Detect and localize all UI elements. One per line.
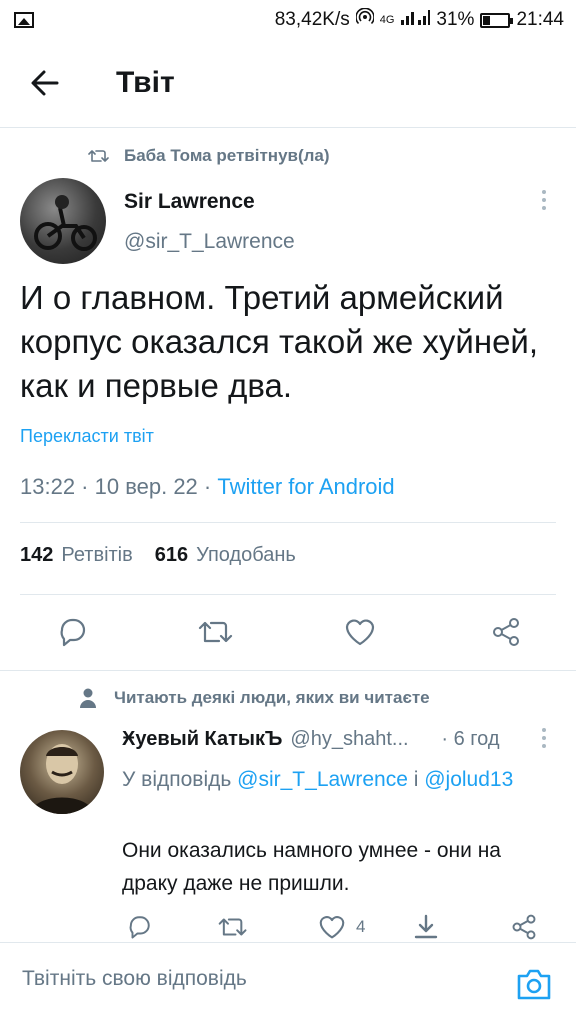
reply-display-name[interactable]: Ӿуевый КатыкЪ bbox=[122, 728, 282, 751]
translate-tweet-link[interactable]: Перекласти твіт bbox=[20, 426, 154, 447]
battery-icon bbox=[480, 12, 514, 28]
reply-header: Ӿуевый КатыкЪ @hy_shaht... · 6 год bbox=[122, 728, 532, 751]
reply-actions: 4 bbox=[0, 906, 576, 946]
header: Твіт bbox=[0, 40, 576, 128]
reply-user-handle[interactable]: @hy_shaht... bbox=[290, 728, 435, 751]
avatar[interactable] bbox=[20, 178, 106, 264]
reply-social-context: Читають деякі люди, яких ви читаєте bbox=[80, 688, 430, 708]
divider bbox=[20, 522, 556, 523]
tweet-source-link[interactable]: Twitter for Android bbox=[217, 474, 394, 499]
reply-avatar[interactable] bbox=[20, 730, 104, 814]
reply-text: Они оказались намного умнее - они на дра… bbox=[122, 839, 501, 895]
reply-like-icon bbox=[319, 916, 345, 939]
reply-like-count: 4 bbox=[356, 917, 366, 936]
reply-social-context-label: Читають деякі люди, яких ви читаєте bbox=[114, 688, 430, 707]
user-handle[interactable]: @sir_T_Lawrence bbox=[124, 230, 295, 254]
signal-icon bbox=[400, 8, 431, 32]
retweets-count: 142 bbox=[20, 544, 54, 566]
clock: 21:44 bbox=[516, 9, 564, 30]
tweet-actions bbox=[0, 600, 576, 666]
retweet-button-icon[interactable] bbox=[196, 612, 236, 652]
reply-timestamp: · 6 год bbox=[441, 728, 500, 750]
reply-like-button[interactable]: 4 bbox=[318, 912, 365, 942]
retweet-icon bbox=[88, 150, 109, 162]
tweet-stats: 142 Ретвітів 616 Уподобань bbox=[20, 544, 296, 567]
tweet-timestamp: 13:22 · 10 вер. 22 · bbox=[20, 474, 218, 499]
divider bbox=[20, 594, 556, 595]
retweet-context: Баба Тома ретвітнув(ла) bbox=[88, 146, 330, 166]
reply-icon[interactable] bbox=[52, 612, 92, 652]
person-icon bbox=[80, 688, 96, 708]
reply-share-icon[interactable] bbox=[510, 912, 538, 942]
mention-link[interactable]: @sir_T_Lawrence bbox=[237, 768, 408, 791]
retweet-context-label: Баба Тома ретвітнув(ла) bbox=[124, 146, 330, 165]
tweet-meta: 13:22 · 10 вер. 22 · Twitter for Android bbox=[20, 474, 395, 500]
replying-prefix: У відповідь bbox=[122, 768, 238, 791]
tweet-text: И о главном. Третий армейский корпус ока… bbox=[20, 279, 539, 404]
display-name[interactable]: Sir Lawrence bbox=[124, 190, 255, 214]
battery-percent: 31% bbox=[436, 9, 475, 30]
reply-reply-icon[interactable] bbox=[126, 912, 152, 942]
page-title: Твіт bbox=[116, 66, 175, 99]
section-divider bbox=[0, 670, 576, 671]
reply-retweet-icon[interactable] bbox=[218, 912, 248, 942]
likes-label: Уподобань bbox=[196, 544, 296, 566]
replying-joiner: і bbox=[407, 768, 425, 791]
reply-compose-input[interactable]: Твітніть свою відповідь bbox=[22, 967, 482, 991]
status-bar: 83,42K/s 4G 31% 21:44 bbox=[0, 0, 576, 40]
mention-link[interactable]: @jolud13 bbox=[424, 768, 513, 791]
hotspot-icon bbox=[354, 7, 375, 32]
retweets-stat[interactable]: 142 Ретвітів bbox=[20, 544, 133, 567]
likes-count: 616 bbox=[154, 544, 189, 566]
status-right: 83,42K/s 4G 31% 21:44 bbox=[274, 7, 564, 32]
network-type: 4G bbox=[379, 14, 395, 26]
network-speed: 83,42K/s bbox=[274, 9, 350, 30]
reply-more-options-icon[interactable] bbox=[532, 724, 556, 764]
battery-fill bbox=[483, 15, 491, 25]
share-icon[interactable] bbox=[486, 612, 526, 652]
camera-icon[interactable] bbox=[516, 967, 556, 1003]
like-icon[interactable] bbox=[340, 612, 380, 652]
gallery-notification-icon bbox=[14, 12, 34, 28]
replying-to: У відповідь @sir_T_Lawrence і @jolud13 bbox=[122, 764, 542, 796]
back-arrow-icon[interactable] bbox=[24, 62, 66, 104]
compose-bar: Твітніть свою відповідь bbox=[0, 942, 576, 1024]
likes-stat[interactable]: 616 Уподобань bbox=[155, 544, 296, 567]
more-options-icon[interactable] bbox=[532, 186, 556, 226]
retweets-label: Ретвітів bbox=[61, 544, 133, 566]
download-icon[interactable] bbox=[412, 912, 440, 942]
